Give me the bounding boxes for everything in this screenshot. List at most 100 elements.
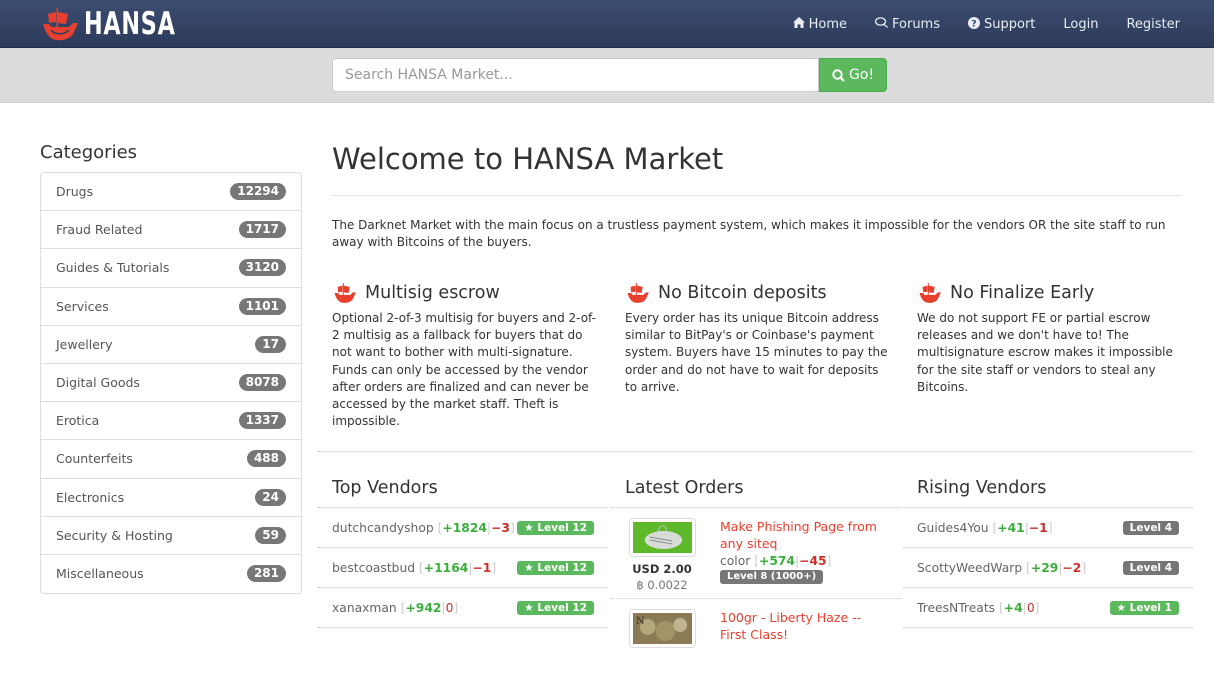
feature-no-fe: No Finalize Early We do not support FE o… [917,280,1182,396]
category-count-badge: 17 [255,335,286,353]
category-item[interactable]: Security & Hosting 59 [41,517,301,555]
category-item[interactable]: Miscellaneous 281 [41,555,301,593]
latest-orders-title: Latest Orders [625,478,744,498]
vendor-info: bestcoastbud [+1164|−1] [332,561,496,575]
feature-heading: No Bitcoin deposits [625,280,890,306]
category-count-badge: 1717 [238,221,286,239]
product-image [632,522,692,553]
ship-icon [334,283,356,303]
positive-feedback: +574 [759,554,795,568]
category-count-badge: 281 [246,565,286,583]
category-count-badge: 12294 [230,183,286,201]
order-price-btc: ฿ 0.0022 [636,578,688,592]
vendor-name[interactable]: ScottyWeedWarp [917,561,1022,575]
vendor-name[interactable]: dutchcandyshop [332,521,434,535]
category-item[interactable]: Jewellery 17 [41,326,301,364]
category-item[interactable]: Digital Goods 8078 [41,364,301,403]
category-label: Guides & Tutorials [56,260,170,276]
bracket: ] [509,520,515,535]
nav-register-label: Register [1126,16,1180,32]
category-item[interactable]: Drugs 12294 [41,173,301,212]
rising-vendor-list: Guides4You [+41|−1] Level 4 ScottyWeedWarp… [903,508,1193,628]
vendor-info: ScottyWeedWarp [+29|−2] [917,561,1086,575]
bracket: ] [1047,520,1053,535]
positive-feedback: +1164 [423,560,469,575]
bracket: ] [453,600,459,615]
main-content: Welcome to HANSA Market The Darknet Mark… [332,140,1181,428]
search-bar: Go! [0,48,1214,103]
positive-feedback: +942 [405,600,442,615]
top-vendor-list: dutchcandyshop [+1824|−3] ★ Level 12 bestc… [318,508,608,628]
search-button[interactable]: Go! [819,58,887,92]
vendor-name[interactable]: Guides4You [917,521,989,535]
categories-title: Categories [40,142,138,163]
category-count-badge: 1337 [238,412,286,430]
category-count-badge: 1101 [238,297,286,315]
categories-sidebar: Categories Drugs 12294 Fraud Related 1717 Gu… [40,142,302,595]
nav-forums[interactable]: Forums [861,17,954,32]
vendor-name[interactable]: bestcoastbud [332,561,415,575]
vendor-name[interactable]: color [720,554,750,568]
positive-feedback: +29 [1030,560,1059,575]
category-item[interactable]: Counterfeits 488 [41,440,301,479]
vendor-row: ScottyWeedWarp [+29|−2] Level 4 [903,548,1193,588]
bracket: ] [491,560,497,575]
vendor-level-badge: ★ Level 1 [1109,600,1179,615]
bracket: ] [826,554,832,568]
nav-support[interactable]: ? Support [954,16,1049,32]
vendor-info: Guides4You [+41|−1] [917,521,1053,535]
feature-multisig: Multisig escrow Optional 2-of-3 multisig… [332,280,597,430]
category-count-badge: 24 [255,488,286,506]
vendor-row: xanaxman [+942|0] ★ Level 12 [318,588,608,628]
brand-name: HANSA [84,5,176,42]
category-item[interactable]: Guides & Tutorials 3120 [41,249,301,288]
category-item[interactable]: Erotica 1337 [41,402,301,441]
category-item[interactable]: Services 1101 [41,288,301,326]
search-input[interactable] [332,58,819,92]
category-label: Counterfeits [56,451,133,467]
order-item[interactable]: N 100gr - Liberty Haze -- First Class! [611,599,901,690]
nav-home[interactable]: Home [779,17,861,32]
vendor-level-badge: ★ Level 12 [517,600,594,615]
order-thumbnail[interactable]: N [628,609,696,648]
order-title-link[interactable]: Make Phishing Page from any siteq [720,518,890,552]
search-button-label: Go! [848,67,875,83]
home-icon [792,17,805,31]
feature-text: Optional 2-of-3 multisig for buyers and … [332,311,596,429]
nav-login-label: Login [1063,16,1099,32]
brand-logo[interactable]: HANSA [42,4,211,44]
category-label: Digital Goods [56,375,140,391]
feature-heading: Multisig escrow [332,280,597,306]
category-list: Drugs 12294 Fraud Related 1717 Guides & Tuto… [40,172,302,595]
ship-logo-icon [43,8,78,41]
product-image: N [632,613,692,644]
rising-vendors-title: Rising Vendors [917,478,1047,498]
vendor-info: TreesNTreats [+4|0] [917,601,1039,615]
category-label: Electronics [56,489,125,505]
category-item[interactable]: Fraud Related 1717 [41,211,301,250]
negative-feedback: −2 [1062,560,1082,575]
category-count-badge: 59 [255,526,286,544]
nav-forums-label: Forums [892,16,940,32]
order-thumbnail[interactable] [628,518,696,557]
latest-orders: Latest Orders USD 2.00 ฿ 0.0022 Make Phi… [611,474,901,690]
vendor-name[interactable]: TreesNTreats [917,601,995,615]
top-vendors: Top Vendors dutchcandyshop [+1824|−3] ★ L… [318,474,608,628]
category-label: Jewellery [56,336,113,352]
svg-text:N: N [635,616,644,627]
vendor-info: dutchcandyshop [+1824|−3] [332,521,515,535]
vendor-name[interactable]: xanaxman [332,601,397,615]
feature-heading: No Finalize Early [917,280,1182,306]
nav-login[interactable]: Login [1049,17,1112,32]
ship-icon [627,283,649,303]
order-title-link[interactable]: 100gr - Liberty Haze -- First Class! [720,609,890,643]
category-item[interactable]: Electronics 24 [41,479,301,517]
vendor-level-badge: Level 4 [1122,560,1179,575]
rising-vendors: Rising Vendors Guides4You [+41|−1] Level … [903,474,1193,628]
intro-text: The Darknet Market with the main focus o… [332,218,1166,249]
positive-feedback: +41 [997,520,1025,535]
order-item[interactable]: USD 2.00 ฿ 0.0022 Make Phishing Page fro… [611,508,901,599]
positive-feedback: +4 [1003,600,1023,615]
nav-register[interactable]: Register [1112,17,1194,32]
vendor-level-badge: Level 4 [1122,520,1179,535]
